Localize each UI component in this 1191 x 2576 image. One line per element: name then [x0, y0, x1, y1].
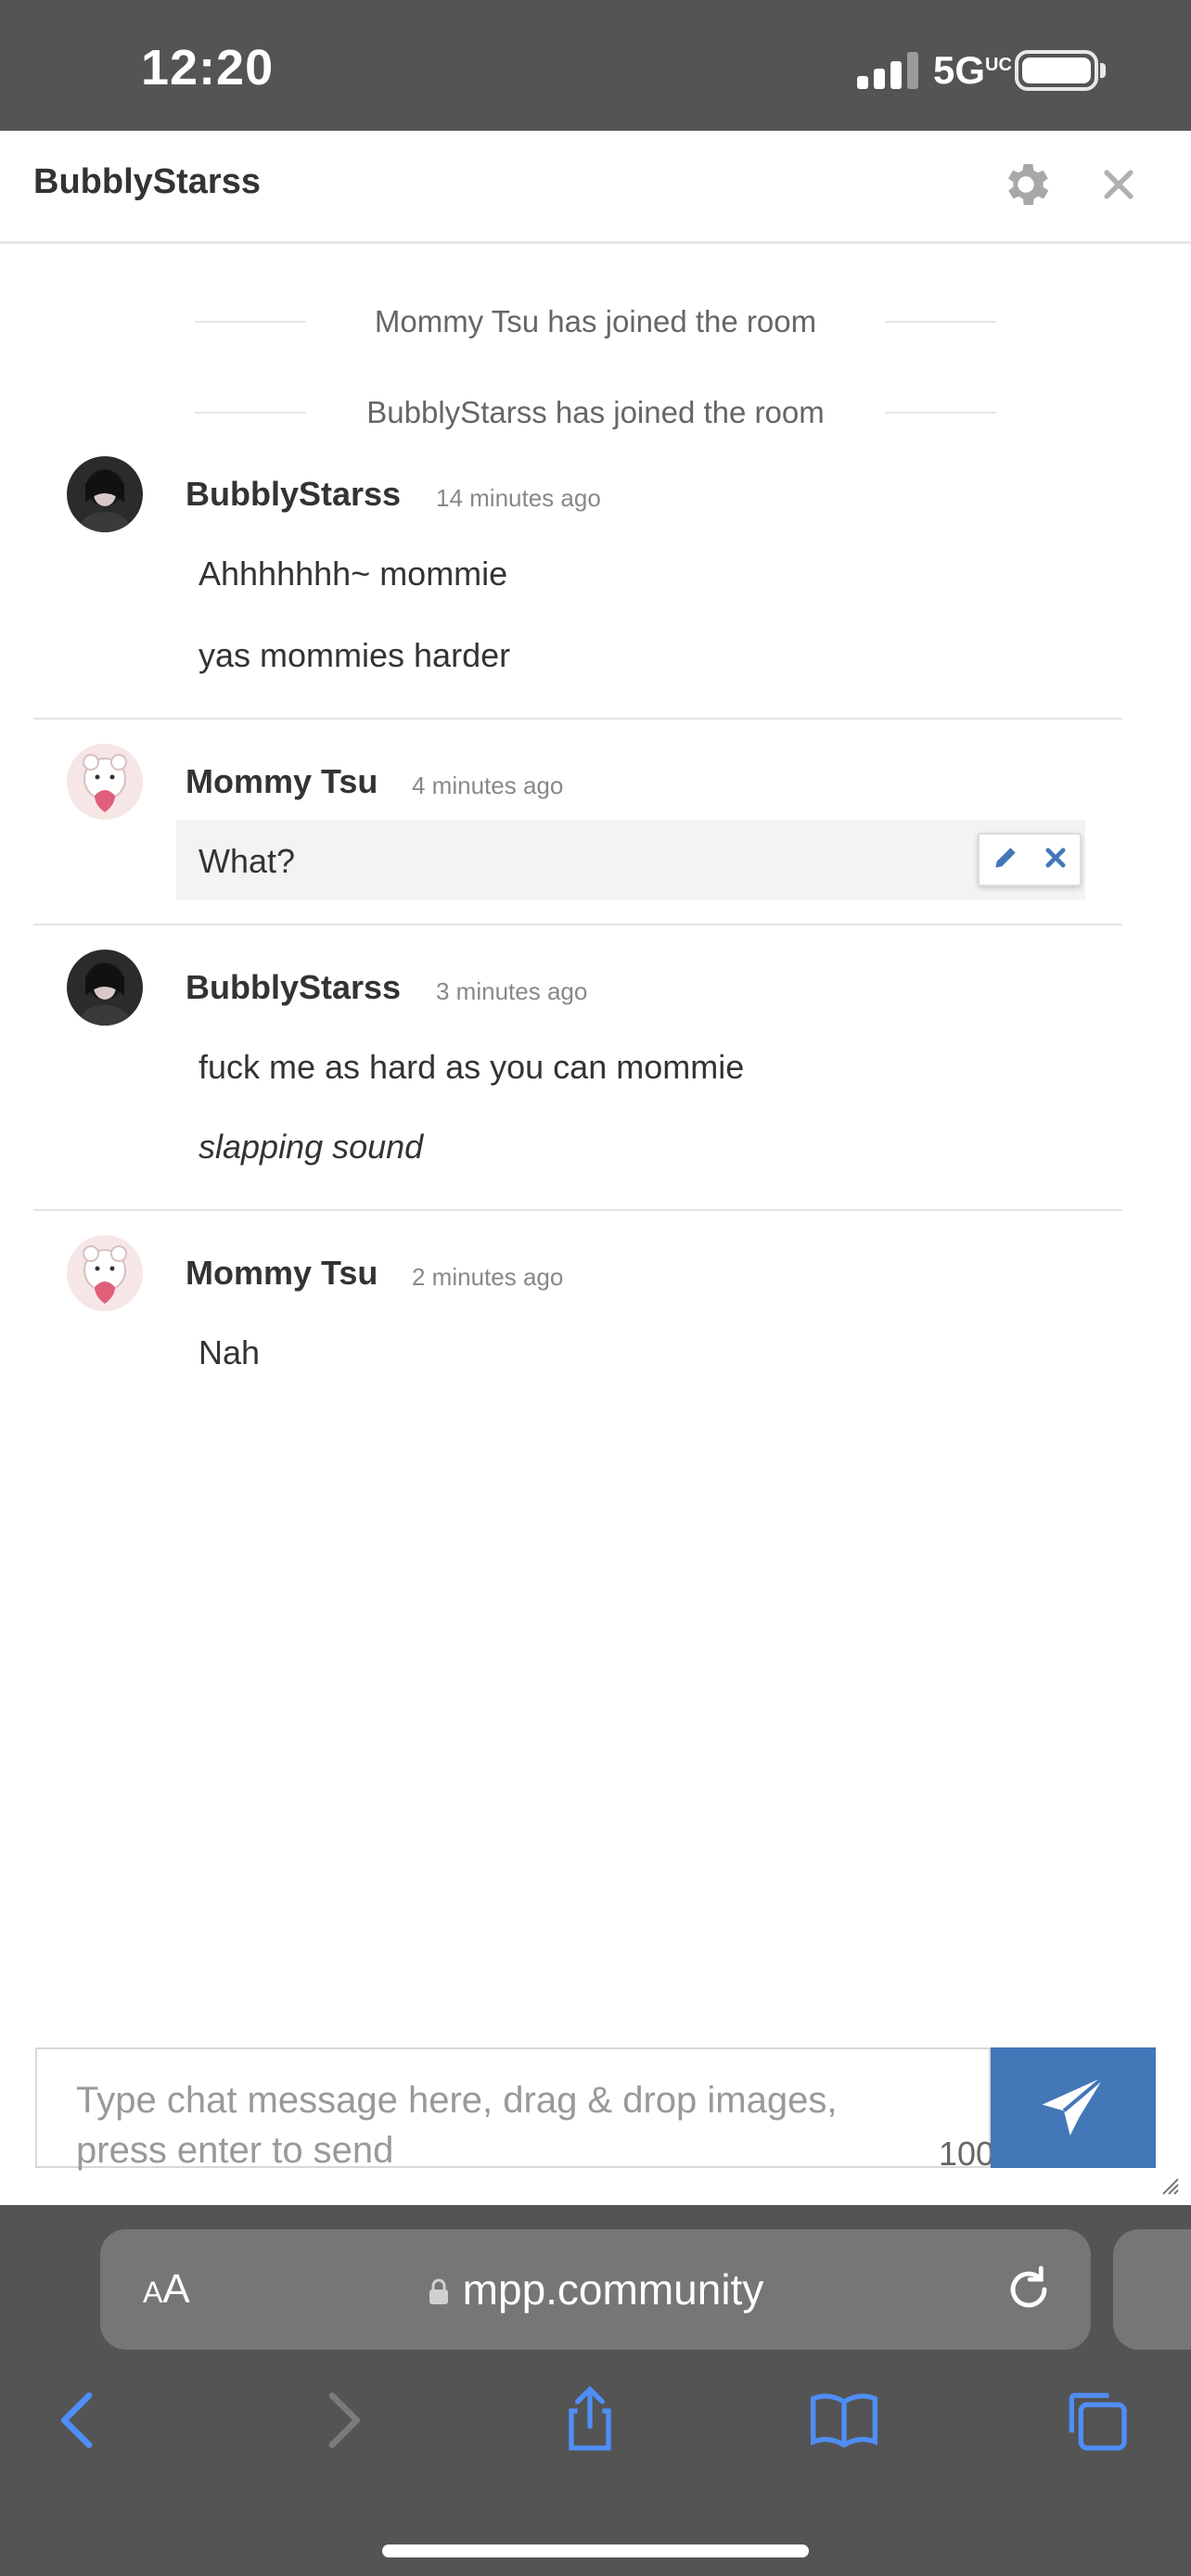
chat-header: BubblyStarss: [0, 131, 1191, 244]
message-author[interactable]: BubblyStarss: [186, 475, 401, 514]
message-author[interactable]: Mommy Tsu: [186, 762, 378, 801]
message-group: Mommy Tsu 4 minutes ago What?: [33, 720, 1122, 925]
network-type: 5GUC: [933, 48, 1012, 92]
edit-pencil-icon[interactable]: [991, 843, 1020, 877]
cellular-signal-icon: [857, 52, 918, 89]
message-group: BubblyStarss 3 minutes ago fuck me as ha…: [33, 925, 1122, 1211]
avatar[interactable]: [67, 744, 143, 820]
bookmarks-icon[interactable]: [807, 2383, 881, 2457]
chat-input[interactable]: Type chat message here, drag & drop imag…: [35, 2047, 1013, 2173]
message-timestamp: 14 minutes ago: [436, 484, 601, 512]
avatar[interactable]: [67, 456, 143, 532]
resize-handle-icon[interactable]: [1159, 2175, 1180, 2196]
address-bar[interactable]: AA mpp.community: [100, 2229, 1091, 2350]
avatar[interactable]: [67, 1235, 143, 1311]
lock-icon: [428, 2266, 450, 2304]
message-text: Nah: [198, 1333, 261, 1371]
send-button[interactable]: [991, 2047, 1156, 2168]
chat-input-placeholder[interactable]: Type chat message here, drag & drop imag…: [76, 2075, 911, 2175]
status-time: 12:20: [141, 40, 275, 96]
join-notice: Mommy Tsu has joined the room: [195, 299, 996, 345]
message-text: What?: [198, 842, 296, 880]
battery-tip: [1100, 63, 1106, 78]
message-group: Mommy Tsu 2 minutes ago Nah: [33, 1211, 1122, 1396]
browser-chrome: AA mpp.community: [0, 2205, 1191, 2576]
delete-x-icon[interactable]: [1043, 845, 1069, 875]
back-icon[interactable]: [43, 2383, 117, 2457]
avatar[interactable]: [67, 950, 143, 1026]
paper-plane-icon: [1042, 2075, 1106, 2136]
next-tab-address-bar[interactable]: [1113, 2229, 1191, 2350]
message-author[interactable]: BubblyStarss: [186, 968, 401, 1007]
message-text: Ahhhhhhh~ mommie: [198, 555, 508, 593]
message-author[interactable]: Mommy Tsu: [186, 1254, 378, 1293]
message-text-italic: slapping sound: [198, 1128, 424, 1166]
settings-gear-icon[interactable]: [998, 157, 1054, 212]
share-icon[interactable]: [553, 2383, 627, 2457]
reload-icon[interactable]: [1002, 2263, 1056, 2316]
join-notice: BubblyStarss has joined the room: [195, 389, 996, 436]
message-group: BubblyStarss 14 minutes ago Ahhhhhhh~ mo…: [33, 445, 1122, 720]
forward-icon[interactable]: [304, 2383, 378, 2457]
close-chat-icon[interactable]: [1098, 164, 1139, 205]
message-actions: [978, 833, 1082, 886]
message-timestamp: 4 minutes ago: [412, 772, 564, 799]
room-title: BubblyStarss: [33, 162, 261, 201]
message-text: yas mommies harder: [198, 636, 511, 674]
status-bar: 12:20 5GUC: [0, 0, 1191, 131]
battery-icon: [1015, 50, 1098, 91]
message-row-hovered[interactable]: [176, 820, 1085, 899]
message-timestamp: 2 minutes ago: [412, 1263, 564, 1291]
message-timestamp: 3 minutes ago: [436, 977, 588, 1005]
tabs-icon[interactable]: [1059, 2383, 1133, 2457]
url-display[interactable]: mpp.community: [100, 2264, 1091, 2315]
home-indicator: [382, 2544, 809, 2557]
message-text: fuck me as hard as you can mommie: [198, 1048, 745, 1086]
